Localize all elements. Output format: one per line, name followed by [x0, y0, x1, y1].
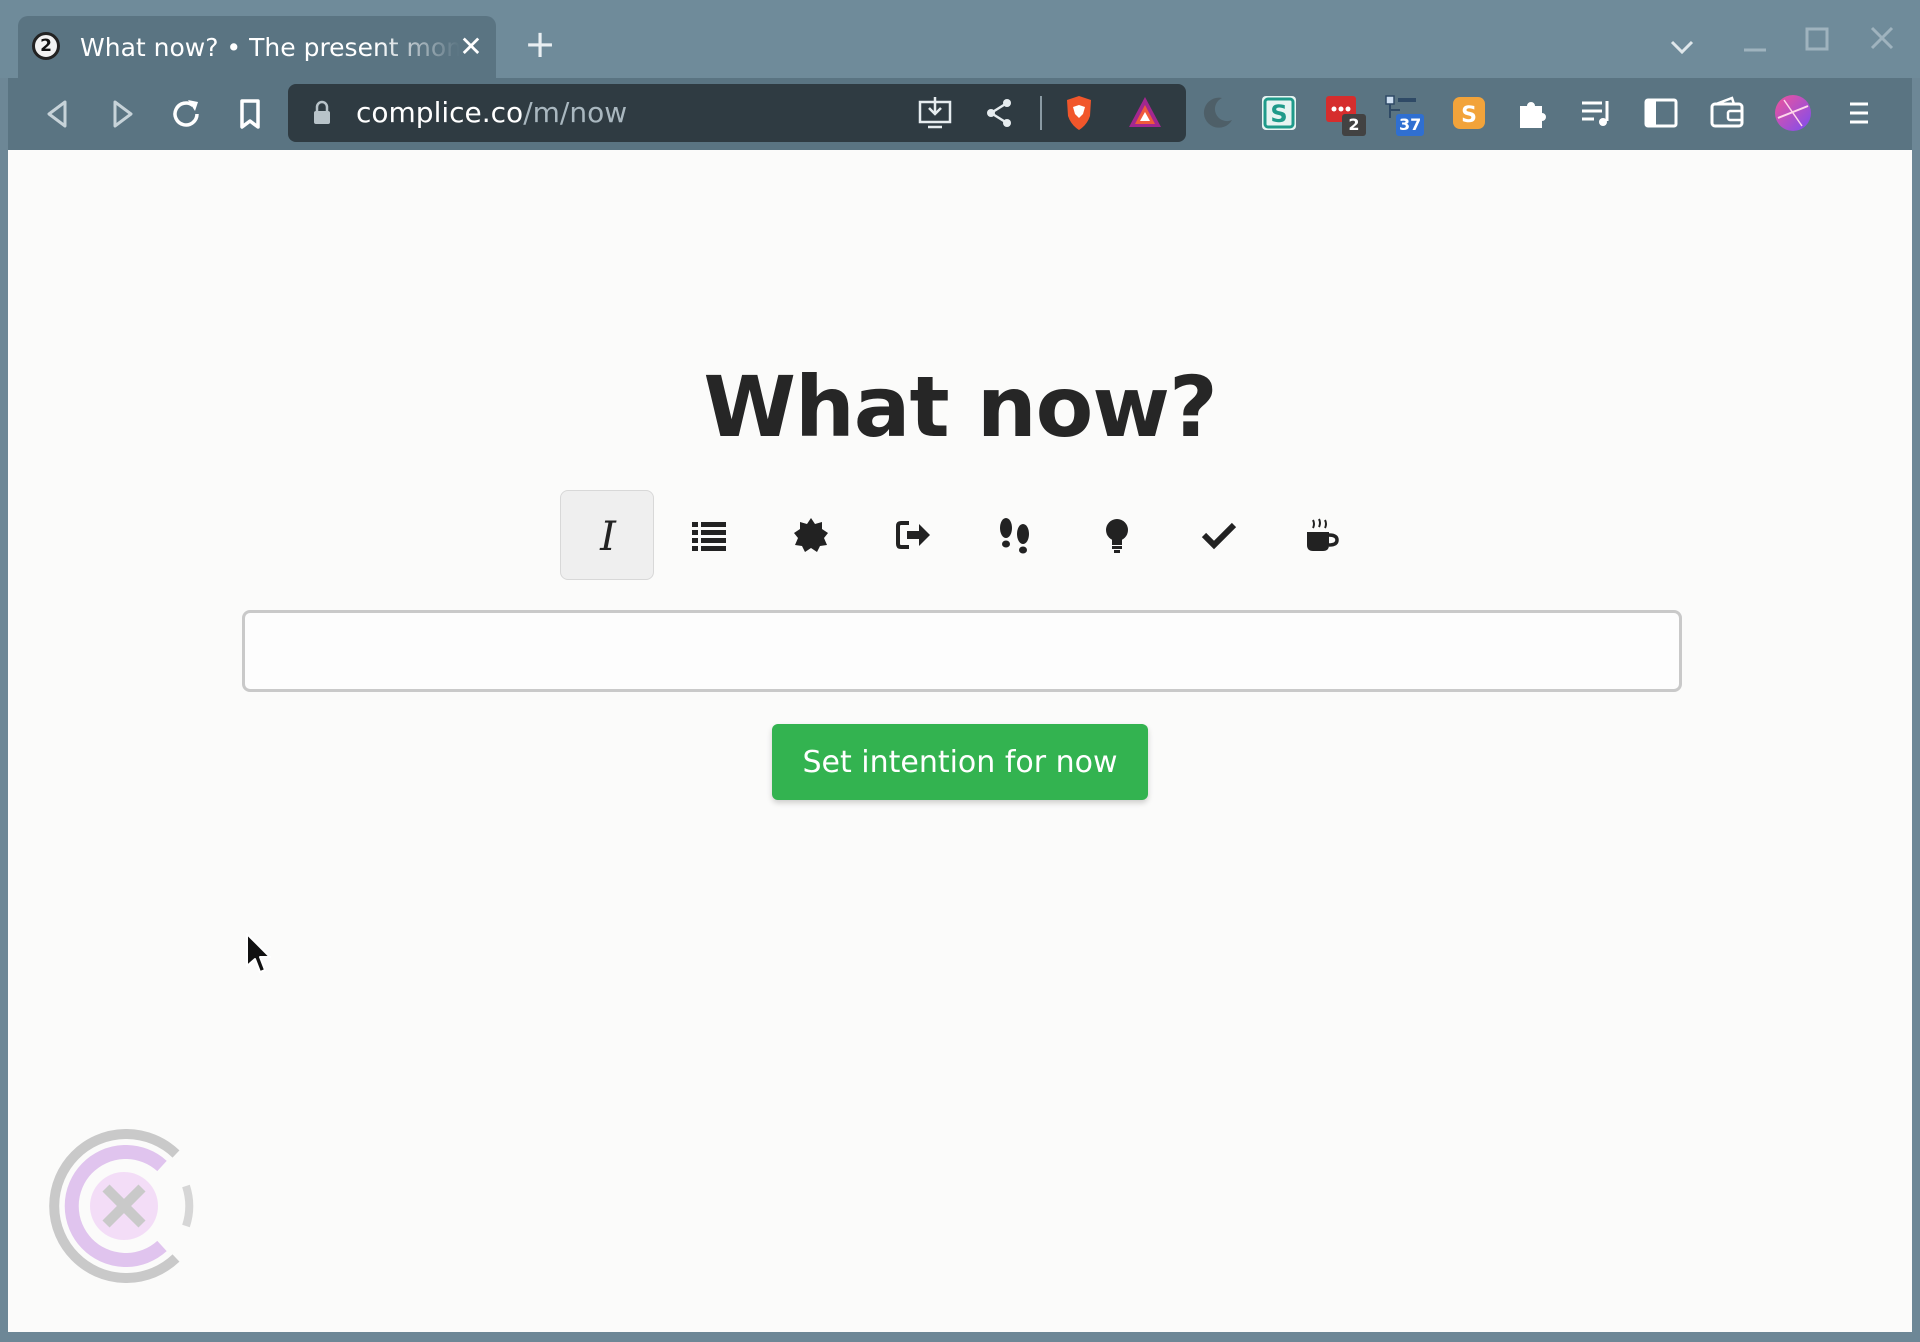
address-bar-separator: [1040, 96, 1042, 130]
chevron-down-icon[interactable]: [1664, 30, 1700, 64]
extension-badge: 2: [1342, 114, 1366, 136]
lock-icon[interactable]: [312, 100, 332, 126]
complice-logo: [49, 1129, 194, 1283]
check-mode-button[interactable]: [1172, 490, 1266, 580]
window-close-icon[interactable]: [1866, 22, 1898, 54]
svg-text:I: I: [599, 516, 617, 556]
forward-icon[interactable]: [102, 94, 142, 134]
menu-icon[interactable]: [1838, 92, 1880, 134]
browser-toolbar: complice.co/m/now S 2 37 S: [8, 78, 1912, 150]
page-viewport: What now? I Set intention for now: [8, 150, 1912, 1332]
sidebar-icon[interactable]: [1640, 92, 1682, 134]
set-intention-button[interactable]: Set intention for now: [772, 724, 1148, 800]
sign-out-icon: [896, 521, 930, 549]
share-icon[interactable]: [980, 94, 1018, 132]
puzzle-icon[interactable]: [1512, 92, 1554, 134]
list-icon: [692, 522, 726, 551]
tab-title: What now? • The present moment: [80, 33, 460, 62]
minimize-icon[interactable]: [1740, 30, 1770, 60]
night-mode-icon[interactable]: [1196, 92, 1238, 134]
orange-s-extension-icon[interactable]: S: [1448, 92, 1490, 134]
intention-mode-button[interactable]: I: [560, 490, 654, 580]
svg-text:S: S: [1270, 100, 1287, 128]
lightbulb-mode-button[interactable]: [1070, 490, 1164, 580]
italic-i-icon: I: [599, 516, 617, 556]
footsteps-mode-button[interactable]: [968, 490, 1062, 580]
install-app-icon[interactable]: [916, 94, 954, 132]
wallet-icon[interactable]: [1706, 92, 1748, 134]
brave-shields-icon[interactable]: [1060, 94, 1098, 132]
brave-rewards-icon[interactable]: [1126, 94, 1164, 132]
list-mode-button[interactable]: [662, 490, 756, 580]
bookmark-icon[interactable]: [230, 94, 270, 134]
tab-favicon: 2: [32, 32, 60, 60]
reload-icon[interactable]: [166, 94, 206, 134]
new-tab-icon[interactable]: +: [520, 24, 560, 64]
close-tab-icon[interactable]: ✕: [454, 30, 488, 64]
address-bar[interactable]: complice.co/m/now: [288, 84, 1186, 142]
coffee-mode-button[interactable]: [1274, 490, 1368, 580]
intention-input[interactable]: [242, 610, 1682, 692]
exit-mode-button[interactable]: [866, 490, 960, 580]
certificate-icon: [794, 518, 828, 552]
page-title: What now?: [703, 358, 1217, 456]
profile-avatar[interactable]: [1772, 92, 1814, 134]
maximize-icon[interactable]: [1802, 24, 1832, 54]
coffee-icon: [1307, 518, 1339, 551]
footsteps-icon: [1000, 518, 1029, 554]
s-extension-icon[interactable]: S: [1258, 92, 1300, 134]
tab-strip: 2 What now? • The present moment ✕ +: [0, 0, 1920, 78]
check-icon: [1201, 522, 1237, 550]
url-path: /m/now: [523, 96, 628, 129]
url-host: complice.co: [356, 96, 524, 129]
tree-extension-icon[interactable]: 37: [1382, 92, 1425, 136]
back-icon[interactable]: [38, 94, 78, 134]
mode-selector: I: [560, 490, 1360, 580]
url-text[interactable]: complice.co/m/now: [356, 94, 627, 132]
extension-badge: 37: [1396, 114, 1425, 136]
browser-tab[interactable]: 2 What now? • The present moment ✕: [18, 16, 496, 78]
svg-text:S: S: [1461, 103, 1477, 128]
lightbulb-icon: [1106, 519, 1128, 553]
mouse-cursor: [246, 933, 271, 973]
red-extension-icon[interactable]: 2: [1322, 92, 1366, 136]
playlist-icon[interactable]: [1576, 92, 1618, 134]
badge-mode-button[interactable]: [764, 490, 858, 580]
